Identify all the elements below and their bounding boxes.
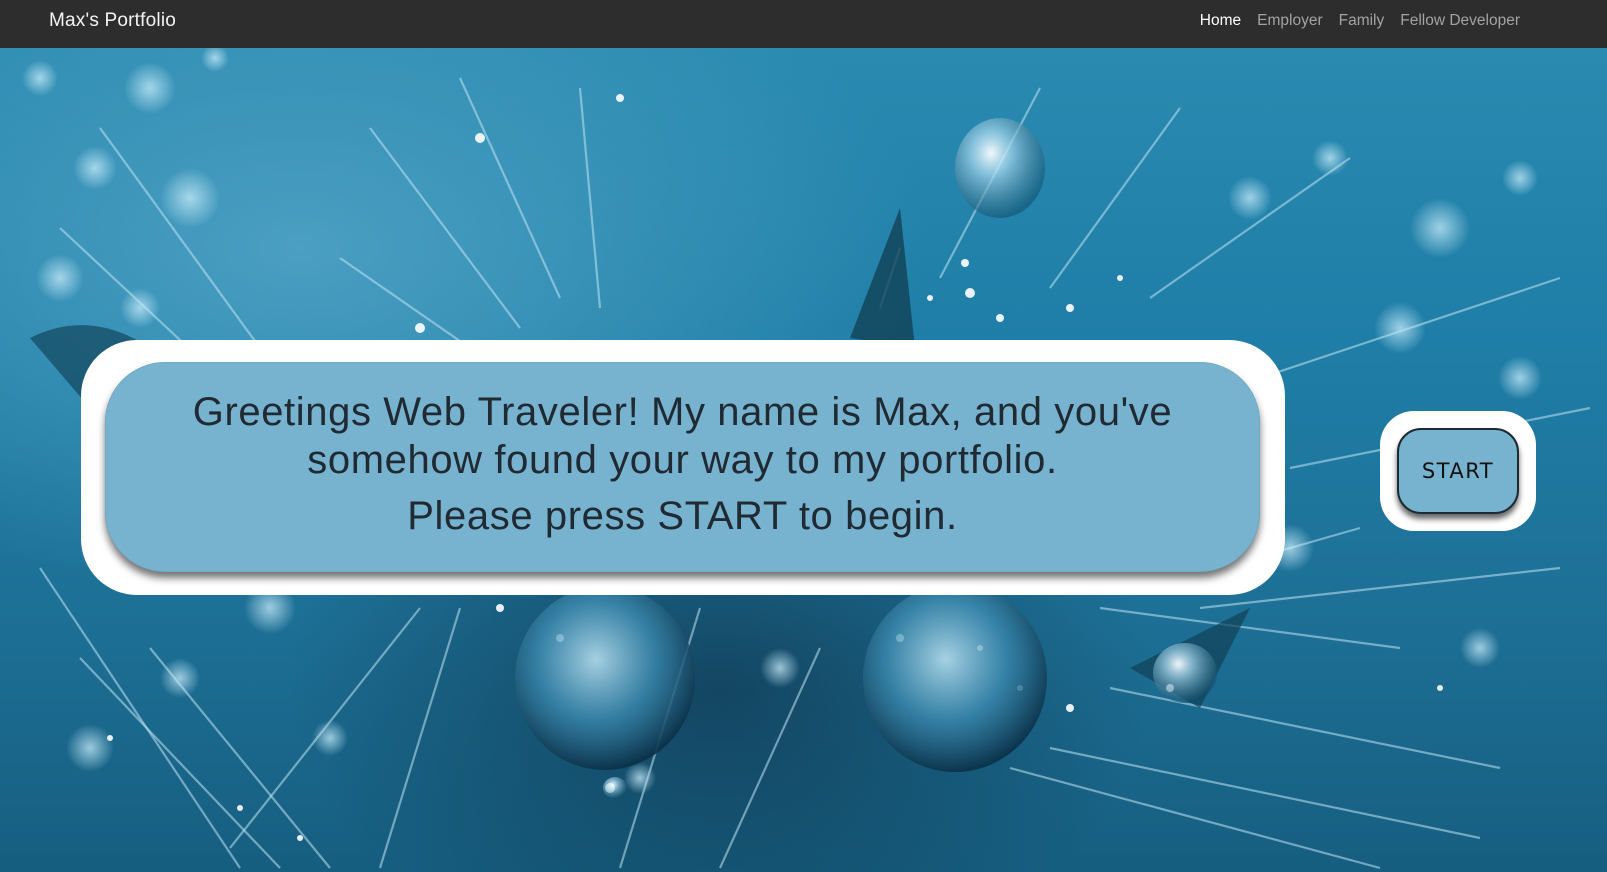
nav-link-fellow-developer[interactable]: Fellow Developer	[1400, 0, 1520, 42]
greeting-text: Greetings Web Traveler! My name is Max, …	[192, 390, 1173, 482]
top-navbar: Max's Portfolio Home Employer Family Fel…	[0, 0, 1607, 48]
start-button[interactable]: START	[1397, 428, 1519, 514]
nav-link-home[interactable]: Home	[1200, 0, 1241, 42]
greeting-instruction: Please press START to begin.	[407, 494, 958, 538]
greeting-card-border: Greetings Web Traveler! My name is Max, …	[81, 340, 1285, 595]
nav-links: Home Employer Family Fellow Developer	[1200, 0, 1520, 42]
start-button-border: START	[1380, 411, 1536, 531]
page: Max's Portfolio Home Employer Family Fel…	[0, 0, 1607, 872]
nav-link-employer[interactable]: Employer	[1257, 0, 1322, 42]
brand-link[interactable]: Max's Portfolio	[49, 0, 176, 42]
greeting-card: Greetings Web Traveler! My name is Max, …	[105, 362, 1260, 572]
nav-link-family[interactable]: Family	[1339, 0, 1385, 42]
